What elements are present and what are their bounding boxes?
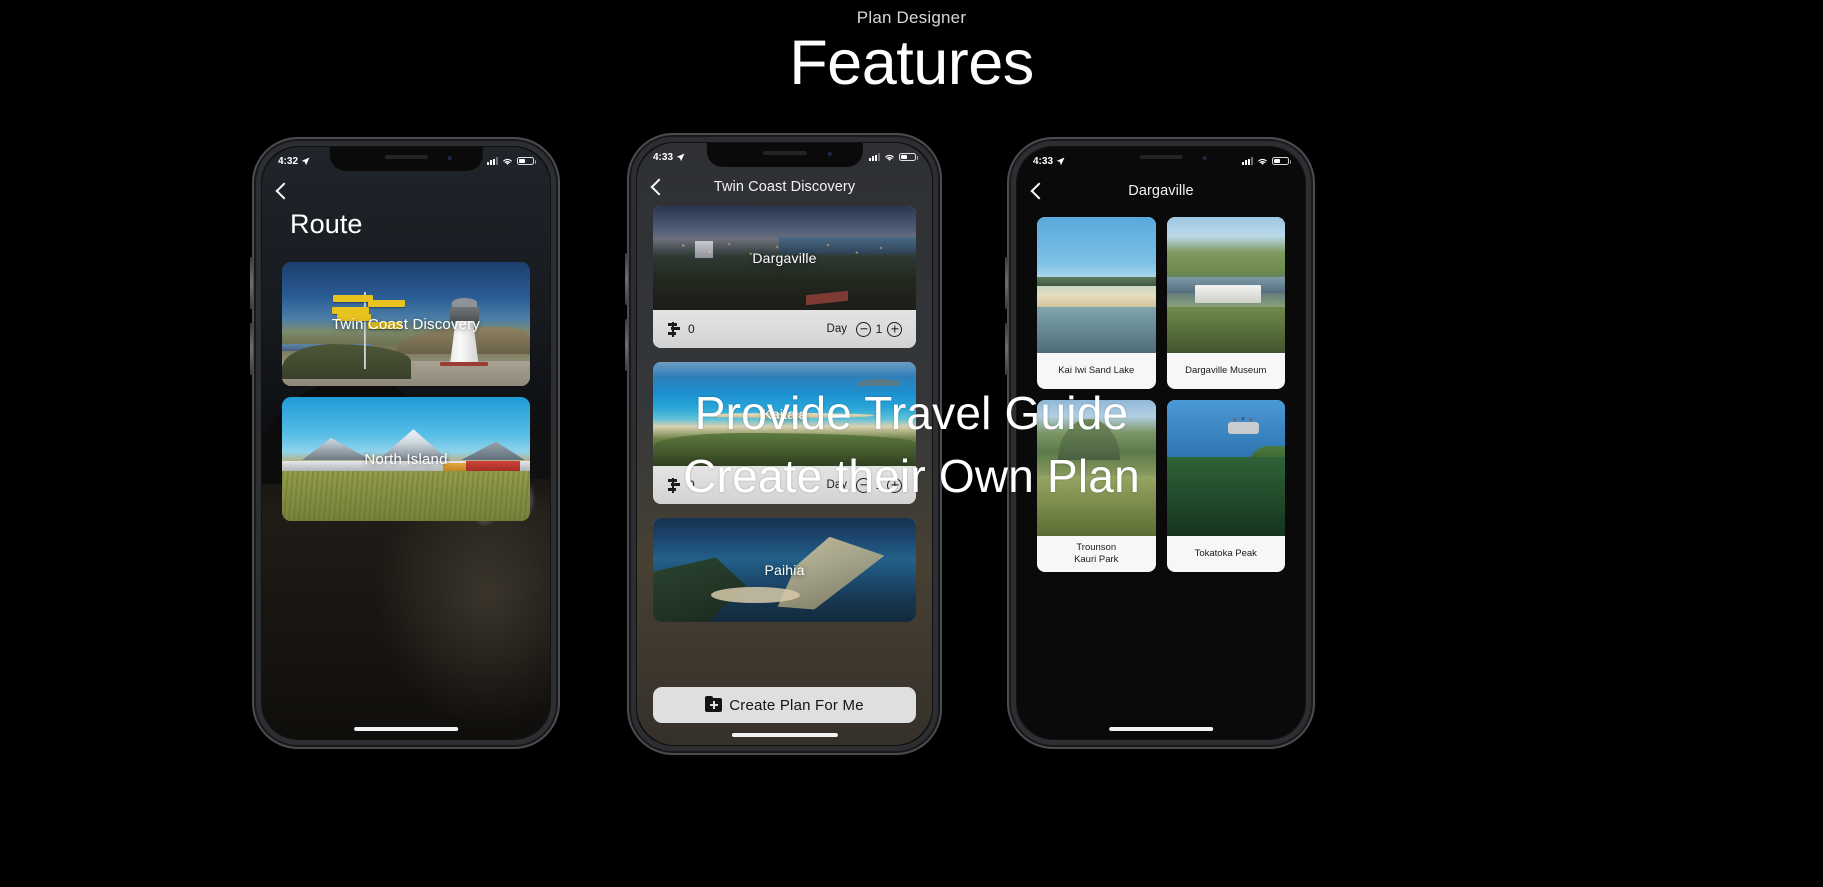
spot-count: 0 [688,478,695,492]
screen-route: 4:32 Route Twin Coast Discovery North Is… [262,147,550,739]
home-indicator[interactable] [1109,727,1213,731]
device-notch [706,143,863,167]
create-plan-label: Create Plan For Me [729,696,864,714]
place-card-dargaville-museum[interactable]: Dargaville Museum [1166,217,1285,389]
signpost-icon [667,477,680,493]
plan-stop-kaitaia[interactable]: Kaitaia 0 Day 1 [653,362,916,504]
device-notch [1084,147,1238,171]
plan-stop-name: Kaitaia [762,406,807,422]
place-label: Trounson Kauri Park [1074,542,1119,565]
wifi-icon [503,158,512,165]
route-card-north-island[interactable]: North Island [282,397,530,521]
status-time: 4:32 [278,155,299,167]
plan-stop-controls: 0 Day 1 [653,310,916,348]
wifi-icon [885,154,894,161]
place-grid: Kai Iwi Sand Lake Dargaville Museum Trou… [1017,217,1305,572]
status-time: 4:33 [653,151,674,163]
navigation-bar: Dargaville [1017,171,1305,211]
route-card-twin-coast-discovery[interactable]: Twin Coast Discovery [282,262,530,386]
plus-circle-icon[interactable] [887,477,902,493]
day-label: Day [826,323,847,335]
route-card-label: North Island [364,450,448,468]
back-chevron-icon[interactable] [1031,182,1042,201]
place-label: Dargaville Museum [1185,365,1267,377]
place-label: Kai Iwi Sand Lake [1058,365,1135,377]
home-indicator[interactable] [354,727,458,731]
signpost-icon [667,321,680,337]
navigation-bar: Twin Coast Discovery [637,167,932,207]
phone-mockup-route: 4:32 Route Twin Coast Discovery North Is… [250,137,560,749]
back-chevron-icon[interactable] [276,182,287,201]
plus-circle-icon[interactable] [887,321,902,337]
place-image [1166,217,1285,353]
minus-circle-icon[interactable] [856,477,871,493]
back-chevron-icon[interactable] [651,178,662,197]
page-title: Features [789,27,1034,98]
header-eyebrow: Plan Designer [856,8,967,27]
place-image [1166,400,1285,536]
battery-icon [899,152,918,162]
plan-stop-controls: 0 Day 1 [653,466,916,504]
place-image [1037,400,1156,536]
create-plan-for-me-button[interactable]: Create Plan For Me [653,687,916,723]
device-notch [329,147,483,171]
earpiece-speaker [1139,155,1183,159]
large-title-route: Route [290,209,363,239]
plan-stop-image: Dargaville [653,206,916,310]
cellular-signal-icon [869,153,880,161]
home-indicator[interactable] [731,733,838,737]
place-card-trounson-kauri-park[interactable]: Trounson Kauri Park [1037,400,1156,572]
plan-stop-paihia[interactable]: Paihia [653,518,916,622]
plan-stop-dargaville[interactable]: Dargaville 0 Day 1 [653,206,916,348]
spot-count: 0 [688,322,695,336]
folder-plus-icon [705,695,723,712]
front-camera [447,156,452,160]
earpiece-speaker [762,151,807,155]
plan-stop-name: Dargaville [752,250,817,266]
cellular-signal-icon [487,157,498,165]
battery-icon [1272,156,1291,166]
place-card-kai-iwi-sand-lake[interactable]: Kai Iwi Sand Lake [1037,217,1156,389]
cellular-signal-icon [1242,157,1253,165]
place-card-tokatoka-peak[interactable]: Tokatoka Peak [1166,400,1285,572]
route-list: Twin Coast Discovery North Island [262,262,550,532]
slide-canvas: Plan Designer Features 4:32 Route Twin C… [0,0,1823,887]
navigation-bar [262,171,550,211]
create-plan-container: Create Plan For Me [653,687,916,723]
location-arrow-icon [1056,157,1065,165]
day-value: 1 [875,322,883,336]
nav-title: Twin Coast Discovery [713,179,856,195]
place-label: Tokatoka Peak [1194,548,1257,560]
day-value: 1 [875,478,883,492]
phone-mockup-twin-coast-discovery: 4:33 Twin Coast Discovery Dargaville 0 D… [625,133,942,755]
nav-title: Dargaville [1128,183,1194,199]
plan-stop-image: Paihia [653,518,916,622]
slide-header: Plan Designer Features [0,0,1823,96]
plan-stop-name: Paihia [764,562,805,578]
location-arrow-icon [301,157,310,165]
screen-dargaville: 4:33 Dargaville Kai Iwi Sand Lake Dargav… [1017,147,1305,739]
plan-stop-list: Dargaville 0 Day 1 Kaitaia 0 Day 1 Paihi… [637,206,932,745]
battery-icon [517,156,536,166]
front-camera [1202,156,1207,160]
day-label: Day [826,479,847,491]
minus-circle-icon[interactable] [856,321,871,337]
route-card-label: Twin Coast Discovery [331,315,481,333]
status-time: 4:33 [1033,155,1054,167]
place-image [1037,217,1156,353]
plan-stop-image: Kaitaia [653,362,916,466]
location-arrow-icon [676,153,685,161]
wifi-icon [1258,158,1267,165]
phone-mockup-dargaville: 4:33 Dargaville Kai Iwi Sand Lake Dargav… [1005,137,1315,749]
front-camera [827,152,832,156]
earpiece-speaker [384,155,428,159]
screen-twin-coast-discovery: 4:33 Twin Coast Discovery Dargaville 0 D… [637,143,932,745]
